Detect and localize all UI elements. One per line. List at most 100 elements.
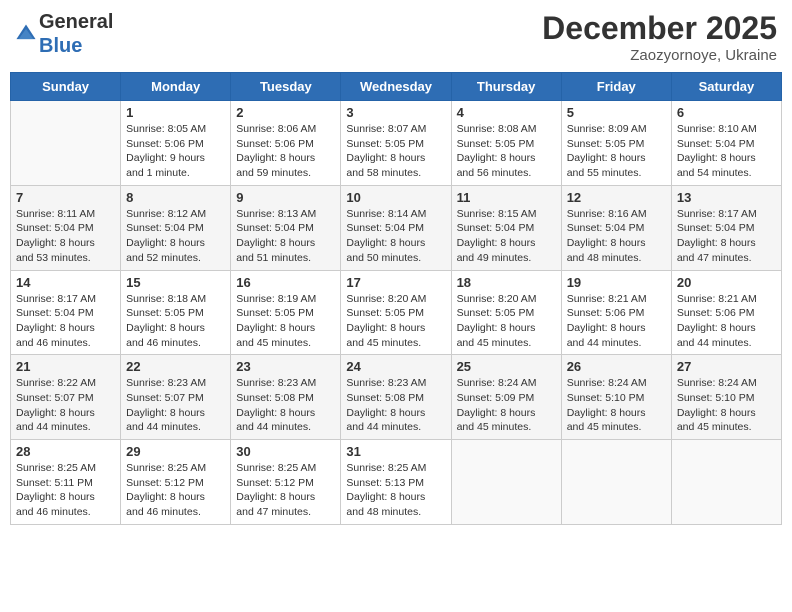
day-number: 8 xyxy=(126,190,225,205)
day-info: Sunrise: 8:13 AMSunset: 5:04 PMDaylight:… xyxy=(236,207,335,266)
day-number: 17 xyxy=(346,275,445,290)
day-info: Sunrise: 8:21 AMSunset: 5:06 PMDaylight:… xyxy=(567,292,666,351)
calendar-cell: 26 Sunrise: 8:24 AMSunset: 5:10 PMDayligh… xyxy=(561,355,671,440)
day-number: 21 xyxy=(16,359,115,374)
weekday-header-sunday: Sunday xyxy=(11,73,121,101)
calendar-cell xyxy=(561,440,671,525)
calendar-cell: 28 Sunrise: 8:25 AMSunset: 5:11 PMDayligh… xyxy=(11,440,121,525)
calendar-cell: 14 Sunrise: 8:17 AMSunset: 5:04 PMDayligh… xyxy=(11,270,121,355)
calendar-cell: 7 Sunrise: 8:11 AMSunset: 5:04 PMDaylight… xyxy=(11,185,121,270)
weekday-header-monday: Monday xyxy=(121,73,231,101)
day-info: Sunrise: 8:17 AMSunset: 5:04 PMDaylight:… xyxy=(677,207,776,266)
day-info: Sunrise: 8:09 AMSunset: 5:05 PMDaylight:… xyxy=(567,122,666,181)
calendar-cell: 8 Sunrise: 8:12 AMSunset: 5:04 PMDaylight… xyxy=(121,185,231,270)
calendar-cell xyxy=(671,440,781,525)
calendar-week-3: 14 Sunrise: 8:17 AMSunset: 5:04 PMDayligh… xyxy=(11,270,782,355)
calendar-cell xyxy=(11,101,121,186)
calendar-cell: 31 Sunrise: 8:25 AMSunset: 5:13 PMDayligh… xyxy=(341,440,451,525)
day-number: 26 xyxy=(567,359,666,374)
day-number: 27 xyxy=(677,359,776,374)
day-info: Sunrise: 8:24 AMSunset: 5:10 PMDaylight:… xyxy=(677,376,776,435)
calendar-cell: 1 Sunrise: 8:05 AMSunset: 5:06 PMDaylight… xyxy=(121,101,231,186)
day-number: 12 xyxy=(567,190,666,205)
day-number: 23 xyxy=(236,359,335,374)
weekday-header-tuesday: Tuesday xyxy=(231,73,341,101)
calendar-body: 1 Sunrise: 8:05 AMSunset: 5:06 PMDaylight… xyxy=(11,101,782,525)
day-number: 6 xyxy=(677,105,776,120)
day-info: Sunrise: 8:25 AMSunset: 5:11 PMDaylight:… xyxy=(16,461,115,520)
day-number: 24 xyxy=(346,359,445,374)
day-number: 25 xyxy=(457,359,556,374)
day-info: Sunrise: 8:17 AMSunset: 5:04 PMDaylight:… xyxy=(16,292,115,351)
day-number: 19 xyxy=(567,275,666,290)
day-number: 11 xyxy=(457,190,556,205)
day-number: 9 xyxy=(236,190,335,205)
calendar-cell: 11Sunrise: 8:15 AMSunset: 5:04 PMDayligh… xyxy=(451,185,561,270)
calendar-cell: 30 Sunrise: 8:25 AMSunset: 5:12 PMDayligh… xyxy=(231,440,341,525)
day-info: Sunrise: 8:10 AMSunset: 5:04 PMDaylight:… xyxy=(677,122,776,181)
calendar-cell: 13 Sunrise: 8:17 AMSunset: 5:04 PMDayligh… xyxy=(671,185,781,270)
day-number: 10 xyxy=(346,190,445,205)
calendar-header: SundayMondayTuesdayWednesdayThursdayFrid… xyxy=(11,73,782,101)
day-info: Sunrise: 8:24 AMSunset: 5:10 PMDaylight:… xyxy=(567,376,666,435)
calendar-cell: 20Sunrise: 8:21 AMSunset: 5:06 PMDayligh… xyxy=(671,270,781,355)
day-info: Sunrise: 8:21 AMSunset: 5:06 PMDaylight:… xyxy=(677,292,776,351)
day-number: 1 xyxy=(126,105,225,120)
day-number: 13 xyxy=(677,190,776,205)
day-info: Sunrise: 8:11 AMSunset: 5:04 PMDaylight:… xyxy=(16,207,115,266)
day-number: 30 xyxy=(236,444,335,459)
calendar-week-4: 21Sunrise: 8:22 AMSunset: 5:07 PMDayligh… xyxy=(11,355,782,440)
logo-icon xyxy=(15,23,37,45)
day-number: 3 xyxy=(346,105,445,120)
day-info: Sunrise: 8:25 AMSunset: 5:12 PMDaylight:… xyxy=(236,461,335,520)
calendar-cell: 10 Sunrise: 8:14 AMSunset: 5:04 PMDayligh… xyxy=(341,185,451,270)
weekday-header-wednesday: Wednesday xyxy=(341,73,451,101)
logo: General Blue xyxy=(15,10,113,58)
day-number: 29 xyxy=(126,444,225,459)
logo-blue-text: Blue xyxy=(39,35,82,57)
day-info: Sunrise: 8:25 AMSunset: 5:12 PMDaylight:… xyxy=(126,461,225,520)
calendar-cell: 21Sunrise: 8:22 AMSunset: 5:07 PMDayligh… xyxy=(11,355,121,440)
day-info: Sunrise: 8:12 AMSunset: 5:04 PMDaylight:… xyxy=(126,207,225,266)
day-info: Sunrise: 8:08 AMSunset: 5:05 PMDaylight:… xyxy=(457,122,556,181)
calendar-week-1: 1 Sunrise: 8:05 AMSunset: 5:06 PMDaylight… xyxy=(11,101,782,186)
calendar-cell: 17Sunrise: 8:20 AMSunset: 5:05 PMDayligh… xyxy=(341,270,451,355)
calendar-cell: 12Sunrise: 8:16 AMSunset: 5:04 PMDayligh… xyxy=(561,185,671,270)
title-block: December 2025 Zaozyornoye, Ukraine xyxy=(542,10,777,64)
calendar-table: SundayMondayTuesdayWednesdayThursdayFrid… xyxy=(10,72,782,525)
calendar-cell: 22 Sunrise: 8:23 AMSunset: 5:07 PMDayligh… xyxy=(121,355,231,440)
calendar-cell: 5Sunrise: 8:09 AMSunset: 5:05 PMDaylight… xyxy=(561,101,671,186)
day-number: 18 xyxy=(457,275,556,290)
calendar-cell: 2Sunrise: 8:06 AMSunset: 5:06 PMDaylight… xyxy=(231,101,341,186)
day-number: 14 xyxy=(16,275,115,290)
day-info: Sunrise: 8:20 AMSunset: 5:05 PMDaylight:… xyxy=(457,292,556,351)
day-number: 2 xyxy=(236,105,335,120)
location-subtitle: Zaozyornoye, Ukraine xyxy=(542,47,777,64)
weekday-header-friday: Friday xyxy=(561,73,671,101)
day-info: Sunrise: 8:14 AMSunset: 5:04 PMDaylight:… xyxy=(346,207,445,266)
day-info: Sunrise: 8:07 AMSunset: 5:05 PMDaylight:… xyxy=(346,122,445,181)
day-info: Sunrise: 8:18 AMSunset: 5:05 PMDaylight:… xyxy=(126,292,225,351)
day-number: 22 xyxy=(126,359,225,374)
calendar-cell: 6 Sunrise: 8:10 AMSunset: 5:04 PMDaylight… xyxy=(671,101,781,186)
calendar-cell: 4Sunrise: 8:08 AMSunset: 5:05 PMDaylight… xyxy=(451,101,561,186)
day-info: Sunrise: 8:25 AMSunset: 5:13 PMDaylight:… xyxy=(346,461,445,520)
weekday-header-saturday: Saturday xyxy=(671,73,781,101)
day-number: 31 xyxy=(346,444,445,459)
day-info: Sunrise: 8:05 AMSunset: 5:06 PMDaylight:… xyxy=(126,122,225,181)
day-number: 28 xyxy=(16,444,115,459)
day-number: 7 xyxy=(16,190,115,205)
calendar-cell: 19 Sunrise: 8:21 AMSunset: 5:06 PMDayligh… xyxy=(561,270,671,355)
day-info: Sunrise: 8:23 AMSunset: 5:08 PMDaylight:… xyxy=(346,376,445,435)
calendar-cell: 24 Sunrise: 8:23 AMSunset: 5:08 PMDayligh… xyxy=(341,355,451,440)
day-number: 16 xyxy=(236,275,335,290)
day-info: Sunrise: 8:19 AMSunset: 5:05 PMDaylight:… xyxy=(236,292,335,351)
page-header: General Blue December 2025 Zaozyornoye, … xyxy=(10,10,782,64)
calendar-cell: 25 Sunrise: 8:24 AMSunset: 5:09 PMDayligh… xyxy=(451,355,561,440)
calendar-cell: 27 Sunrise: 8:24 AMSunset: 5:10 PMDayligh… xyxy=(671,355,781,440)
logo-general-text: General xyxy=(39,11,113,33)
day-info: Sunrise: 8:24 AMSunset: 5:09 PMDaylight:… xyxy=(457,376,556,435)
calendar-cell: 16 Sunrise: 8:19 AMSunset: 5:05 PMDayligh… xyxy=(231,270,341,355)
day-info: Sunrise: 8:23 AMSunset: 5:07 PMDaylight:… xyxy=(126,376,225,435)
month-title: December 2025 xyxy=(542,10,777,47)
